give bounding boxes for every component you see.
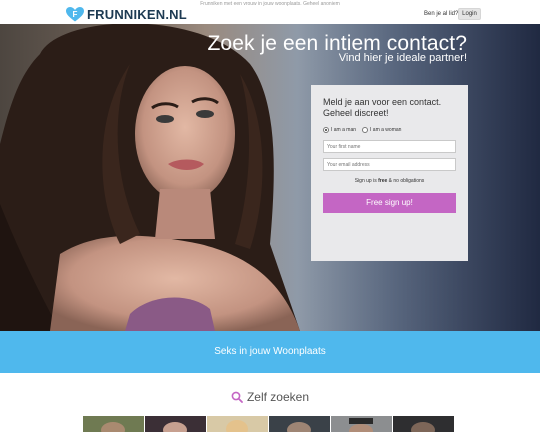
- profile-photo-1[interactable]: [83, 416, 144, 432]
- gender-man-label[interactable]: I am a man: [331, 127, 356, 133]
- free-signup-button[interactable]: Free sign up!: [323, 193, 456, 213]
- profile-photo-2[interactable]: [145, 416, 206, 432]
- self-search-label: Zelf zoeken: [246, 390, 310, 404]
- logo-letter: F: [73, 10, 78, 19]
- page: Frunniken met een vrouw in jouw woonplaa…: [0, 0, 540, 432]
- free-note-prefix: Sign up is: [354, 178, 379, 184]
- gender-man-radio[interactable]: [323, 127, 329, 133]
- signup-panel: Meld je aan voor een contact. Geheel dis…: [311, 85, 468, 261]
- hero-subtitle: Vind hier je ideale partner!: [338, 52, 467, 64]
- member-question: Ben je al lid?: [424, 11, 459, 17]
- signup-title: Meld je aan voor een contact. Geheel dis…: [323, 97, 442, 118]
- free-signup-note: Sign up is free & no obligations: [323, 178, 456, 184]
- profile-photo-6[interactable]: [393, 416, 454, 432]
- profile-photo-4[interactable]: [269, 416, 330, 432]
- gender-woman-label[interactable]: I am a woman: [370, 127, 401, 133]
- search-icon: [231, 391, 243, 403]
- profile-photo-5[interactable]: [331, 416, 392, 432]
- profile-thumbnails: [83, 416, 455, 432]
- gender-selector: I am a man I am a woman: [323, 127, 401, 133]
- profile-photo-3[interactable]: [207, 416, 268, 432]
- gender-woman-radio[interactable]: [362, 127, 369, 133]
- site-logo[interactable]: F FRUNNIKEN.NL: [66, 6, 187, 22]
- login-button[interactable]: Login: [458, 8, 481, 20]
- logo-text: FRUNNIKEN.NL: [87, 6, 187, 22]
- first-name-input[interactable]: [323, 140, 456, 153]
- self-search-heading: Zelf zoeken: [0, 390, 540, 404]
- free-note-suffix: & no obligations: [387, 178, 425, 184]
- free-note-bold: free: [378, 178, 388, 184]
- city-banner[interactable]: Seks in jouw Woonplaats: [0, 331, 540, 373]
- email-input[interactable]: [323, 158, 456, 171]
- site-header: Frunniken met een vrouw in jouw woonplaa…: [0, 0, 540, 24]
- heart-icon: F: [66, 6, 84, 21]
